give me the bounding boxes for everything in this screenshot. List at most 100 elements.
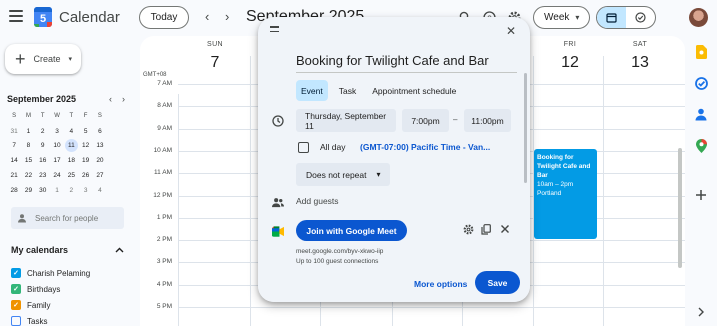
timezone-label: GMT+08 [143,72,167,78]
chevron-right-icon[interactable] [694,305,708,319]
calendar-checkbox[interactable]: ✓ [11,284,21,294]
contacts-icon[interactable] [694,107,708,121]
mini-day[interactable]: 3 [78,183,92,198]
mini-next-month-button[interactable]: › [122,94,125,104]
keep-icon[interactable] [694,45,708,59]
remove-meet-icon[interactable] [500,224,510,237]
mini-day[interactable]: 1 [50,183,64,198]
search-people-input[interactable]: Search for people [11,207,124,229]
mini-day[interactable]: 8 [21,138,35,153]
mini-day[interactable]: 29 [21,183,35,198]
my-calendars-header[interactable]: My calendars [11,245,124,255]
tab-task[interactable]: Task [334,80,361,101]
calendar-view-icon[interactable] [597,7,626,28]
mini-day[interactable]: 10 [50,138,64,153]
week-scrollbar[interactable] [678,148,682,268]
mini-day[interactable]: 26 [78,168,92,183]
mini-day[interactable]: 2 [36,124,50,139]
close-icon[interactable]: ✕ [506,24,516,38]
more-options-button[interactable]: More options [414,279,467,289]
main-menu-icon[interactable] [9,10,23,22]
meet-settings-gear-icon[interactable] [463,224,474,238]
add-addon-icon[interactable] [694,188,708,202]
day-header-sat[interactable]: SAT 13 [605,41,675,72]
add-guests-input[interactable]: Add guests [296,196,339,206]
create-button[interactable]: + Create ▾ [5,44,81,74]
tasks-view-icon[interactable] [626,7,655,28]
mini-day[interactable]: 22 [21,168,35,183]
mini-day[interactable]: 9 [36,138,50,153]
calendar-list-item[interactable]: Tasks [11,313,90,326]
mini-day[interactable]: 30 [36,183,50,198]
meet-link-text[interactable]: meet.google.com/byv-xkwo-iip [296,248,383,255]
mini-day[interactable]: 12 [78,138,92,153]
mini-day[interactable]: 24 [50,168,64,183]
mini-day[interactable]: 18 [64,153,78,168]
next-week-button[interactable]: › [225,9,229,24]
day-header-fri[interactable]: FRI 12 [535,41,605,72]
mini-day[interactable]: 16 [36,153,50,168]
repeat-dropdown[interactable]: Does not repeat ▾ [296,163,390,186]
mini-day[interactable]: 13 [93,138,107,153]
hour-label: 7 AM [157,80,172,87]
mini-day[interactable]: 23 [36,168,50,183]
calendar-checkbox[interactable]: ✓ [11,268,21,278]
mini-day[interactable]: 31 [7,124,21,139]
mini-day[interactable]: 14 [7,153,21,168]
all-day-label: All day [320,142,346,152]
join-google-meet-button[interactable]: Join with Google Meet [296,220,407,241]
dialog-scrollbar[interactable] [524,73,527,183]
app-title[interactable]: Calendar [59,9,120,26]
event-date-field[interactable]: Thursday, September 11 [296,109,396,132]
calendar-tasks-toggle [596,6,656,29]
today-button[interactable]: Today [139,6,189,29]
mini-day[interactable]: 2 [64,183,78,198]
view-selector[interactable]: Week ▾ [533,6,590,29]
hour-label: 10 AM [153,146,172,154]
calendar-checkbox[interactable]: ✓ [11,300,21,310]
mini-day[interactable]: 3 [50,124,64,139]
mini-day[interactable]: 4 [93,183,107,198]
mini-day[interactable]: 1 [21,124,35,139]
mini-day[interactable]: 28 [7,183,21,198]
event-quick-create-dialog: ✕ Booking for Twilight Cafe and Bar Even… [258,17,530,302]
day-header-sun[interactable]: SUN 7 [180,41,250,72]
mini-day[interactable]: 17 [50,153,64,168]
prev-week-button[interactable]: ‹ [205,9,209,24]
mini-day[interactable]: 7 [7,138,21,153]
mini-day[interactable]: 21 [7,168,21,183]
tab-event[interactable]: Event [296,80,328,101]
mini-day[interactable]: 20 [93,153,107,168]
mini-day[interactable]: 19 [78,153,92,168]
mini-day[interactable]: 15 [21,153,35,168]
mini-prev-month-button[interactable]: ‹ [109,94,112,104]
create-label: Create [33,54,61,64]
start-time-field[interactable]: 7:00pm [402,109,449,132]
mini-day[interactable]: 5 [78,124,92,139]
end-time-field[interactable]: 11:00pm [464,109,511,132]
account-avatar[interactable] [689,8,708,27]
maps-icon[interactable] [694,139,708,153]
calendar-list-item[interactable]: ✓ Birthdays [11,281,90,297]
hour-label: 4 PM [156,280,172,288]
drag-handle-icon[interactable] [270,26,279,32]
mini-day[interactable]: 4 [64,124,78,139]
tasks-icon[interactable] [694,76,708,90]
timezone-link[interactable]: (GMT-07:00) Pacific Time - Van... [360,142,490,152]
mini-day[interactable]: 25 [64,168,78,183]
copy-link-icon[interactable] [481,224,491,238]
mini-day[interactable]: 11 [64,139,78,153]
mini-day[interactable]: 6 [93,124,107,139]
mini-day[interactable]: 27 [93,168,107,183]
event-title-input[interactable]: Booking for Twilight Cafe and Bar [296,53,517,73]
calendar-event[interactable]: Booking for Twilight Cafe and Bar 10am –… [534,149,597,239]
save-button[interactable]: Save [475,271,520,294]
hour-label: 11 AM [154,169,172,177]
chevron-down-icon: ▾ [376,170,381,179]
calendar-checkbox[interactable] [11,316,21,326]
all-day-checkbox[interactable] [298,142,309,153]
calendar-list-item[interactable]: ✓ Family [11,297,90,313]
meet-capacity-text: Up to 100 guest connections [296,258,379,265]
calendar-list-item[interactable]: ✓ Charish Pelaming [11,265,90,281]
tab-appointment-schedule[interactable]: Appointment schedule [367,80,461,101]
